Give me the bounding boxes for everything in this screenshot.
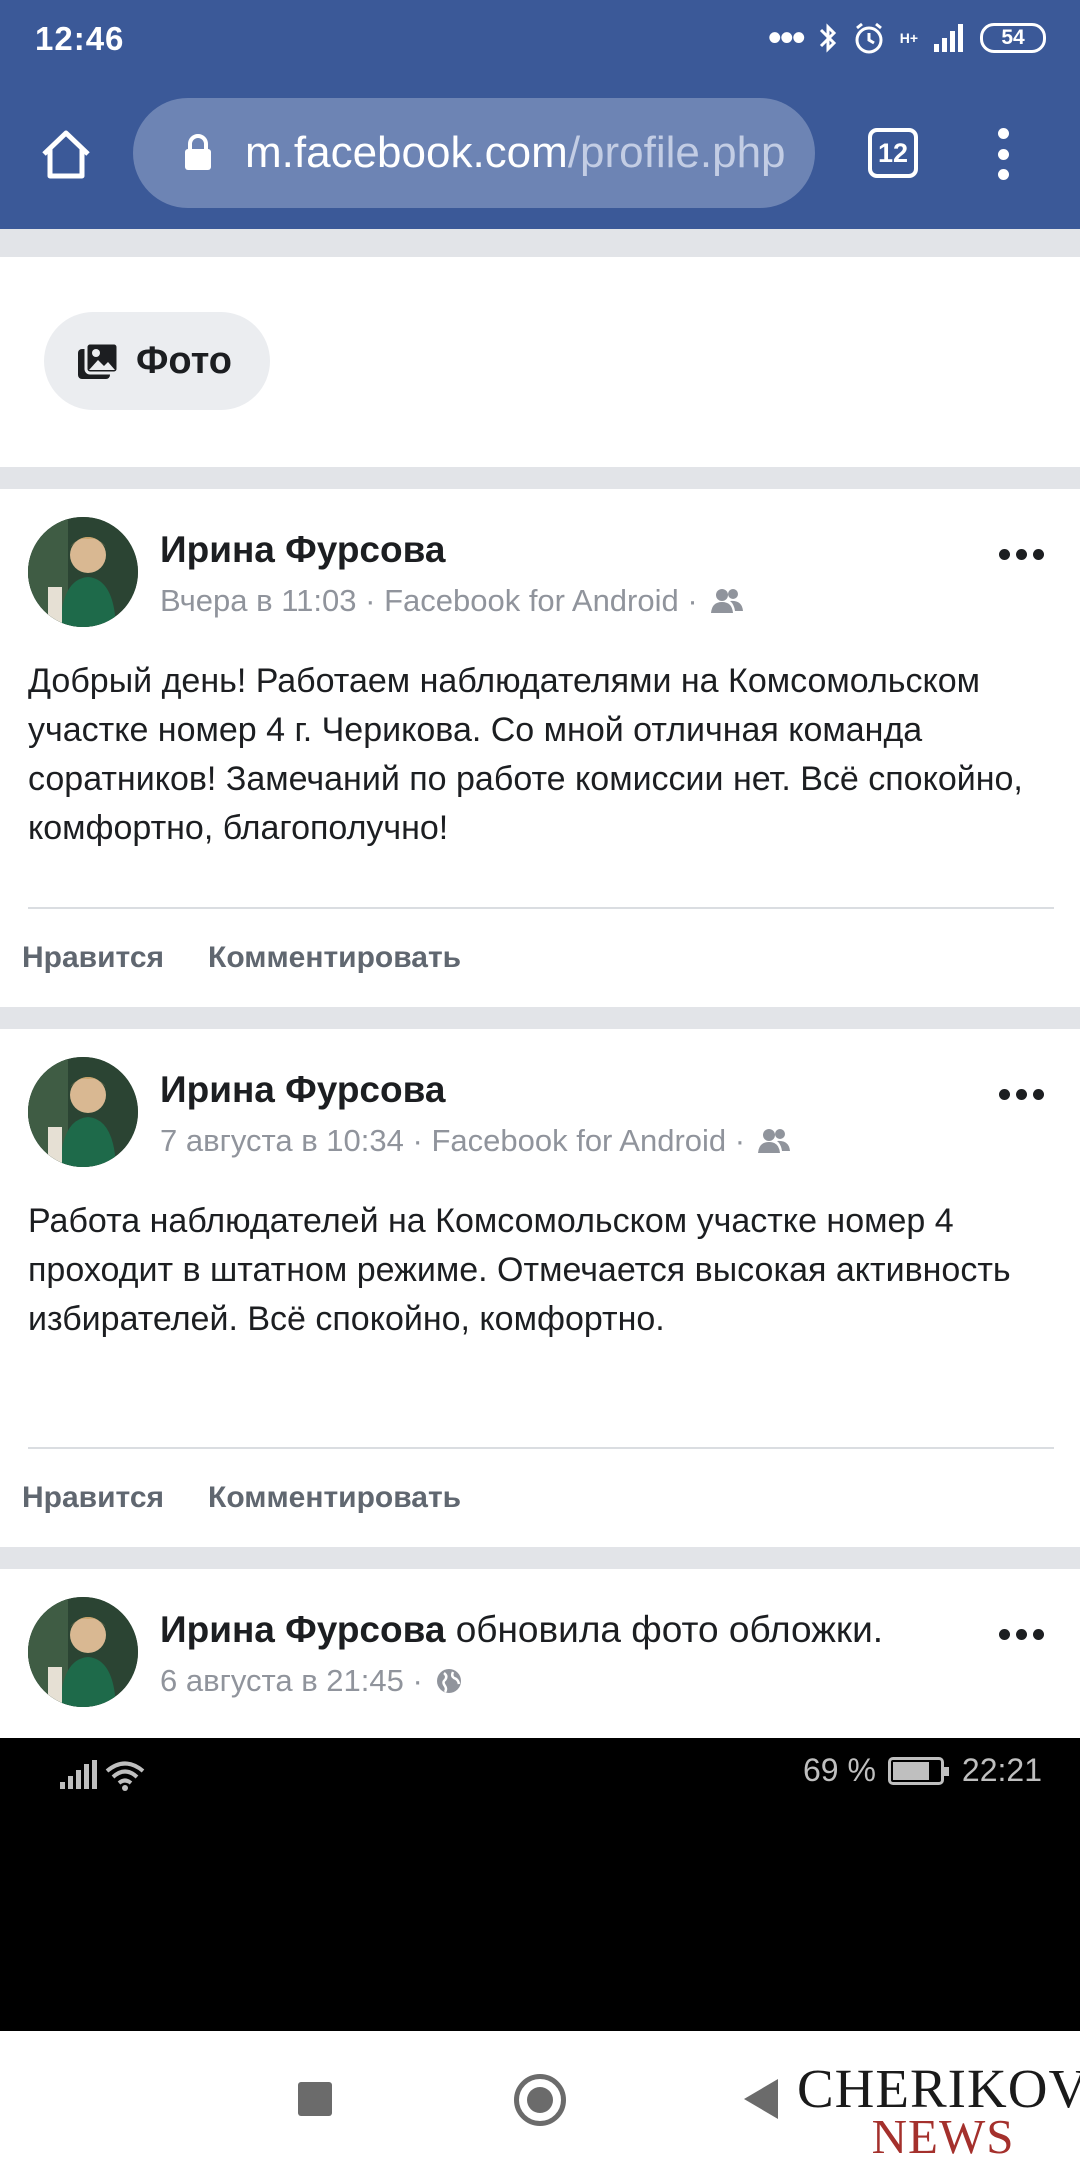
inner-time: 22:21 (961, 1752, 1042, 1788)
post-meta: Вчера в 11:03 · Facebook for Android · (160, 583, 744, 619)
photo-button[interactable]: Фото (44, 312, 270, 410)
bluetooth-icon (819, 23, 836, 53)
system-navigation-bar: CHERIKOV NEWS (0, 2031, 1080, 2160)
comment-button[interactable]: Комментировать (208, 1481, 461, 1515)
alarm-icon (855, 22, 883, 54)
post-card: Ирина Фурсова обновила фото обложки. 6 а… (0, 1569, 1080, 1738)
friends-icon (710, 589, 743, 613)
notification-dots-icon: ••• (767, 16, 806, 60)
feed-separator (0, 229, 1080, 257)
inner-status-right: 69 % 22:21 (803, 1752, 1042, 1789)
watermark-line2: NEWS (871, 2109, 1015, 2160)
avatar[interactable] (28, 1057, 138, 1167)
status-bar: 12:46 ••• H+ 54 (0, 0, 1080, 78)
post-time[interactable]: 7 августа в 10:34 · Facebook for Android… (160, 1123, 745, 1159)
post-author[interactable]: Ирина Фурсова (160, 1069, 445, 1111)
battery-indicator: 54 (980, 23, 1046, 53)
divider (28, 907, 1054, 909)
home-icon[interactable] (38, 126, 94, 182)
post-author-line: Ирина Фурсова обновила фото обложки. (160, 1609, 883, 1651)
post-time[interactable]: Вчера в 11:03 · Facebook for Android · (160, 583, 698, 619)
url-text[interactable]: m.facebook.com/profile.php (245, 128, 805, 178)
signal-icon (934, 24, 963, 52)
battery-icon (887, 1756, 949, 1785)
home-button[interactable] (514, 2074, 566, 2126)
inner-status-bar: 69 % 22:21 (0, 1738, 1080, 1814)
post-card: Ирина Фурсова 7 августа в 10:34 · Facebo… (0, 1029, 1080, 1547)
post-text: Работа наблюдателей на Комсомольском уча… (28, 1202, 1011, 1338)
url-path: /profile.php (567, 128, 786, 177)
lock-icon (185, 134, 211, 170)
post-card: Ирина Фурсова Вчера в 11:03 · Facebook f… (0, 489, 1080, 1007)
like-button[interactable]: Нравится (22, 1481, 164, 1515)
photo-icon (78, 341, 120, 379)
signal-icon (60, 1760, 97, 1789)
photo-button-label: Фото (136, 339, 233, 382)
post-author[interactable]: Ирина Фурсова (160, 1609, 445, 1650)
post-meta: 7 августа в 10:34 · Facebook for Android… (160, 1123, 791, 1159)
feed-separator (0, 467, 1080, 489)
watermark-logo: CHERIKOV NEWS (797, 2061, 1080, 2160)
back-button[interactable] (744, 2079, 778, 2119)
browser-menu-icon[interactable] (995, 128, 1011, 180)
friends-icon (758, 1129, 791, 1153)
post-action-text: обновила фото обложки. (455, 1609, 884, 1650)
post-options-icon[interactable] (999, 549, 1044, 560)
post-actions: Нравится Комментировать (22, 941, 461, 975)
post-actions: Нравится Комментировать (22, 1481, 461, 1515)
feed-separator (0, 1007, 1080, 1029)
post-time[interactable]: 6 августа в 21:45 · (160, 1663, 423, 1699)
status-icons: ••• H+ 54 (768, 16, 1046, 60)
divider (28, 1447, 1054, 1449)
embedded-screenshot-area: 69 % 22:21 (0, 1738, 1080, 2031)
avatar[interactable] (28, 1597, 138, 1707)
post-author[interactable]: Ирина Фурсова (160, 529, 445, 571)
avatar[interactable] (28, 517, 138, 627)
watermark-line1: CHERIKOV (797, 2058, 1080, 2119)
post-meta: 6 августа в 21:45 · (160, 1663, 463, 1699)
recents-button[interactable] (298, 2082, 332, 2116)
globe-icon (436, 1669, 461, 1693)
post-text: Добрый день! Работаем наблюдателями на К… (28, 662, 1023, 847)
comment-button[interactable]: Комментировать (208, 941, 461, 975)
status-time: 12:46 (35, 20, 125, 57)
feed-separator (0, 1547, 1080, 1569)
post-options-icon[interactable] (999, 1629, 1044, 1640)
address-bar[interactable]: m.facebook.com/profile.php (133, 98, 815, 208)
inner-battery-percent: 69 % (802, 1752, 876, 1788)
wifi-icon (105, 1761, 145, 1791)
network-type: H+ (899, 29, 918, 46)
url-host: m.facebook.com (245, 128, 568, 177)
browser-top-bar: 12:46 ••• H+ 54 m.facebook.com/profile.p… (0, 0, 1080, 229)
tab-switcher-button[interactable]: 12 (868, 128, 918, 178)
post-options-icon[interactable] (999, 1089, 1044, 1100)
like-button[interactable]: Нравится (22, 941, 164, 975)
